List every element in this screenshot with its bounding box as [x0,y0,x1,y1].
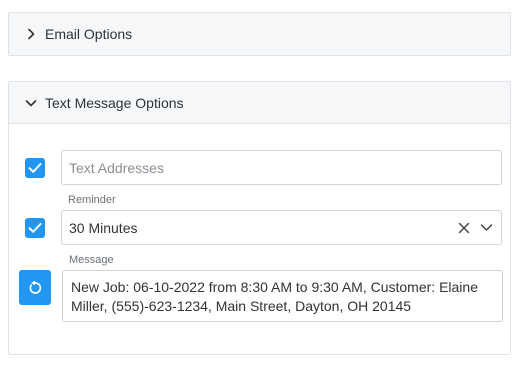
chevron-right-icon [25,28,37,40]
check-icon [28,223,42,233]
email-options-panel: Email Options [8,12,511,56]
text-message-options-header[interactable]: Text Message Options [9,82,510,124]
email-options-header[interactable]: Email Options [9,13,510,55]
reset-icon [29,280,42,294]
text-addresses-checkbox[interactable] [25,158,45,178]
email-options-title: Email Options [45,26,133,42]
text-addresses-placeholder: Text Addresses [69,159,164,176]
reminder-value: 30 Minutes [69,219,138,236]
text-addresses-input[interactable]: Text Addresses [61,150,502,185]
check-icon [28,163,42,173]
message-textarea[interactable]: New Job: 06-10-2022 from 8:30 AM to 9:30… [62,270,503,322]
reminder-label: Reminder [68,194,116,206]
text-message-options-panel: Text Message Options Text Addresses Remi… [8,81,511,355]
chevron-down-icon[interactable] [480,223,493,232]
reset-message-button[interactable] [19,270,51,305]
reminder-checkbox[interactable] [25,218,45,238]
chevron-down-icon [25,97,37,109]
reminder-select[interactable]: 30 Minutes [61,210,502,245]
clear-icon[interactable] [458,222,470,234]
text-message-options-title: Text Message Options [45,94,184,111]
message-label: Message [69,254,114,266]
